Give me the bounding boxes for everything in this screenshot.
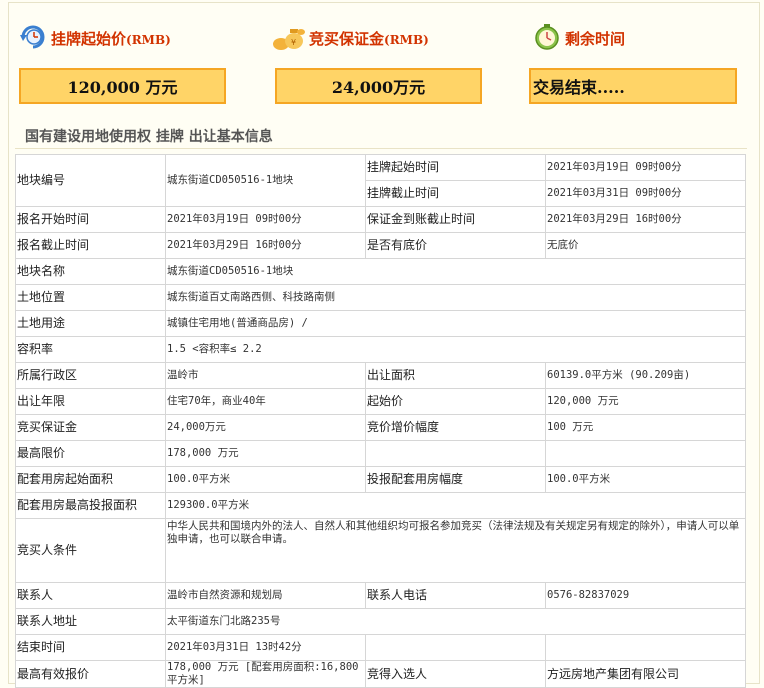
table-row: 最高有效报价 178,000 万元 [配套用房面积:16,800平方米] 竞得入… [15, 660, 746, 688]
table-row: 竞买人条件 中华人民共和国境内外的法人、自然人和其他组织均可报名参加竞买（法律法… [15, 518, 746, 583]
signup-end-value: 2021年03月29日 16时00分 [165, 232, 366, 259]
housing-max-value: 129300.0平方米 [165, 492, 746, 519]
table-row: 报名截止时间 2021年03月29日 16时00分 是否有底价 无底价 [15, 232, 746, 259]
start-price-value: 120,000 万元 [545, 388, 746, 415]
increment-key: 竞价增价幅度 [365, 414, 546, 441]
reserve-key: 是否有底价 [365, 232, 546, 259]
svg-text:¥: ¥ [291, 38, 296, 47]
start-price-header: 挂牌起始价(RMB) [19, 23, 171, 54]
table-row: 土地用途 城镇住宅用地(普通商品房) / [15, 310, 746, 337]
table-row: 容积率 1.5 <容积率≤ 2.2 [15, 336, 746, 363]
remaining-time-box: 交易结束..... [529, 68, 737, 104]
signup-end-key: 报名截止时间 [15, 232, 166, 259]
clock-arrow-icon [19, 23, 47, 54]
section-divider [15, 148, 747, 149]
section-title: 国有建设用地使用权 挂牌 出让基本信息 [25, 129, 273, 145]
location-value: 城东街道百丈南路西侧、科技路南侧 [165, 284, 746, 311]
table-row: 竞买保证金 24,000万元 竞价增价幅度 100 万元 [15, 414, 746, 441]
best-price-value: 178,000 万元 [配套用房面积:16,800平方米] [165, 660, 366, 688]
district-value: 温岭市 [165, 362, 366, 389]
table-row: 配套用房最高投报面积 129300.0平方米 [15, 492, 746, 519]
reserve-value: 无底价 [545, 232, 746, 259]
winner-value: 方远房地产集团有限公司 [545, 660, 746, 688]
auction-panel: 挂牌起始价(RMB) ¥ 竞买保证金(RMB) 剩余时间 120,000 万元 … [8, 2, 760, 688]
max-price-value: 178,000 万元 [165, 440, 366, 467]
money-bag-icon: ¥ [271, 23, 305, 54]
alarm-clock-icon [533, 23, 561, 54]
parcel-no-key: 地块编号 [15, 154, 166, 207]
signup-start-key: 报名开始时间 [15, 206, 166, 233]
listing-start-value: 2021年03月19日 09时00分 [545, 154, 746, 181]
start-price-key: 起始价 [365, 388, 546, 415]
address-key: 联系人地址 [15, 608, 166, 635]
table-row: 最高限价 178,000 万元 [15, 440, 746, 467]
deposit-header: ¥ 竞买保证金(RMB) [271, 23, 429, 54]
winner-key: 竞得入选人 [365, 660, 546, 688]
table-row: 地块名称 城东街道CD050516-1地块 [15, 258, 746, 285]
listing-start-key: 挂牌起始时间 [365, 154, 546, 181]
table-row: 所属行政区 温岭市 出让面积 60139.0平方米 (90.209亩) [15, 362, 746, 389]
bid-deposit-key: 竞买保证金 [15, 414, 166, 441]
district-key: 所属行政区 [15, 362, 166, 389]
usage-key: 土地用途 [15, 310, 166, 337]
parcel-name-key: 地块名称 [15, 258, 166, 285]
parcel-no-value: 城东街道CD050516-1地块 [165, 154, 366, 207]
area-value: 60139.0平方米 (90.209亩) [545, 362, 746, 389]
start-price-label: 挂牌起始价(RMB) [51, 30, 171, 48]
signup-start-value: 2021年03月19日 09时00分 [165, 206, 366, 233]
usage-value: 城镇住宅用地(普通商品房) / [165, 310, 746, 337]
area-key: 出让面积 [365, 362, 546, 389]
increment-value: 100 万元 [545, 414, 746, 441]
housing-step-value: 100.0平方米 [545, 466, 746, 493]
table-row: 出让年限 住宅70年，商业40年 起始价 120,000 万元 [15, 388, 746, 415]
term-value: 住宅70年，商业40年 [165, 388, 366, 415]
phone-value: 0576-82837029 [545, 582, 746, 609]
table-row: 地块编号 城东街道CD050516-1地块 挂牌起始时间 2021年03月19日… [15, 154, 746, 207]
land-info-table: 地块编号 城东街道CD050516-1地块 挂牌起始时间 2021年03月19日… [15, 154, 746, 688]
bidder-conditions-key: 竞买人条件 [15, 518, 166, 583]
term-key: 出让年限 [15, 388, 166, 415]
far-value: 1.5 <容积率≤ 2.2 [165, 336, 746, 363]
parcel-name-value: 城东街道CD050516-1地块 [165, 258, 746, 285]
listing-end-key: 挂牌截止时间 [365, 180, 546, 207]
deposit-deadline-value: 2021年03月29日 16时00分 [545, 206, 746, 233]
deposit-deadline-key: 保证金到账截止时间 [365, 206, 546, 233]
housing-max-key: 配套用房最高投报面积 [15, 492, 166, 519]
empty-cell [545, 634, 746, 661]
far-key: 容积率 [15, 336, 166, 363]
table-row: 土地位置 城东街道百丈南路西侧、科技路南侧 [15, 284, 746, 311]
location-key: 土地位置 [15, 284, 166, 311]
deposit-box: 24,000万元 [275, 68, 482, 104]
table-row: 报名开始时间 2021年03月19日 09时00分 保证金到账截止时间 2021… [15, 206, 746, 233]
housing-start-key: 配套用房起始面积 [15, 466, 166, 493]
empty-cell [545, 440, 746, 467]
table-row: 结束时间 2021年03月31日 13时42分 [15, 634, 746, 661]
empty-cell [365, 634, 546, 661]
address-value: 太平街道东门北路235号 [165, 608, 746, 635]
start-price-box: 120,000 万元 [19, 68, 226, 104]
contact-key: 联系人 [15, 582, 166, 609]
table-row: 联系人 温岭市自然资源和规划局 联系人电话 0576-82837029 [15, 582, 746, 609]
housing-step-key: 投报配套用房幅度 [365, 466, 546, 493]
end-time-value: 2021年03月31日 13时42分 [165, 634, 366, 661]
bid-deposit-value: 24,000万元 [165, 414, 366, 441]
table-row: 配套用房起始面积 100.0平方米 投报配套用房幅度 100.0平方米 [15, 466, 746, 493]
listing-end-value: 2021年03月31日 09时00分 [545, 180, 746, 207]
deposit-label: 竞买保证金(RMB) [309, 30, 429, 48]
contact-value: 温岭市自然资源和规划局 [165, 582, 366, 609]
phone-key: 联系人电话 [365, 582, 546, 609]
remaining-time-label: 剩余时间 [565, 30, 626, 48]
empty-cell [365, 440, 546, 467]
best-price-key: 最高有效报价 [15, 660, 166, 688]
table-row: 联系人地址 太平街道东门北路235号 [15, 608, 746, 635]
bidder-conditions-value: 中华人民共和国境内外的法人、自然人和其他组织均可报名参加竞买（法律法规及有关规定… [165, 518, 746, 583]
max-price-key: 最高限价 [15, 440, 166, 467]
end-time-key: 结束时间 [15, 634, 166, 661]
remaining-time-header: 剩余时间 [533, 23, 625, 54]
housing-start-value: 100.0平方米 [165, 466, 366, 493]
